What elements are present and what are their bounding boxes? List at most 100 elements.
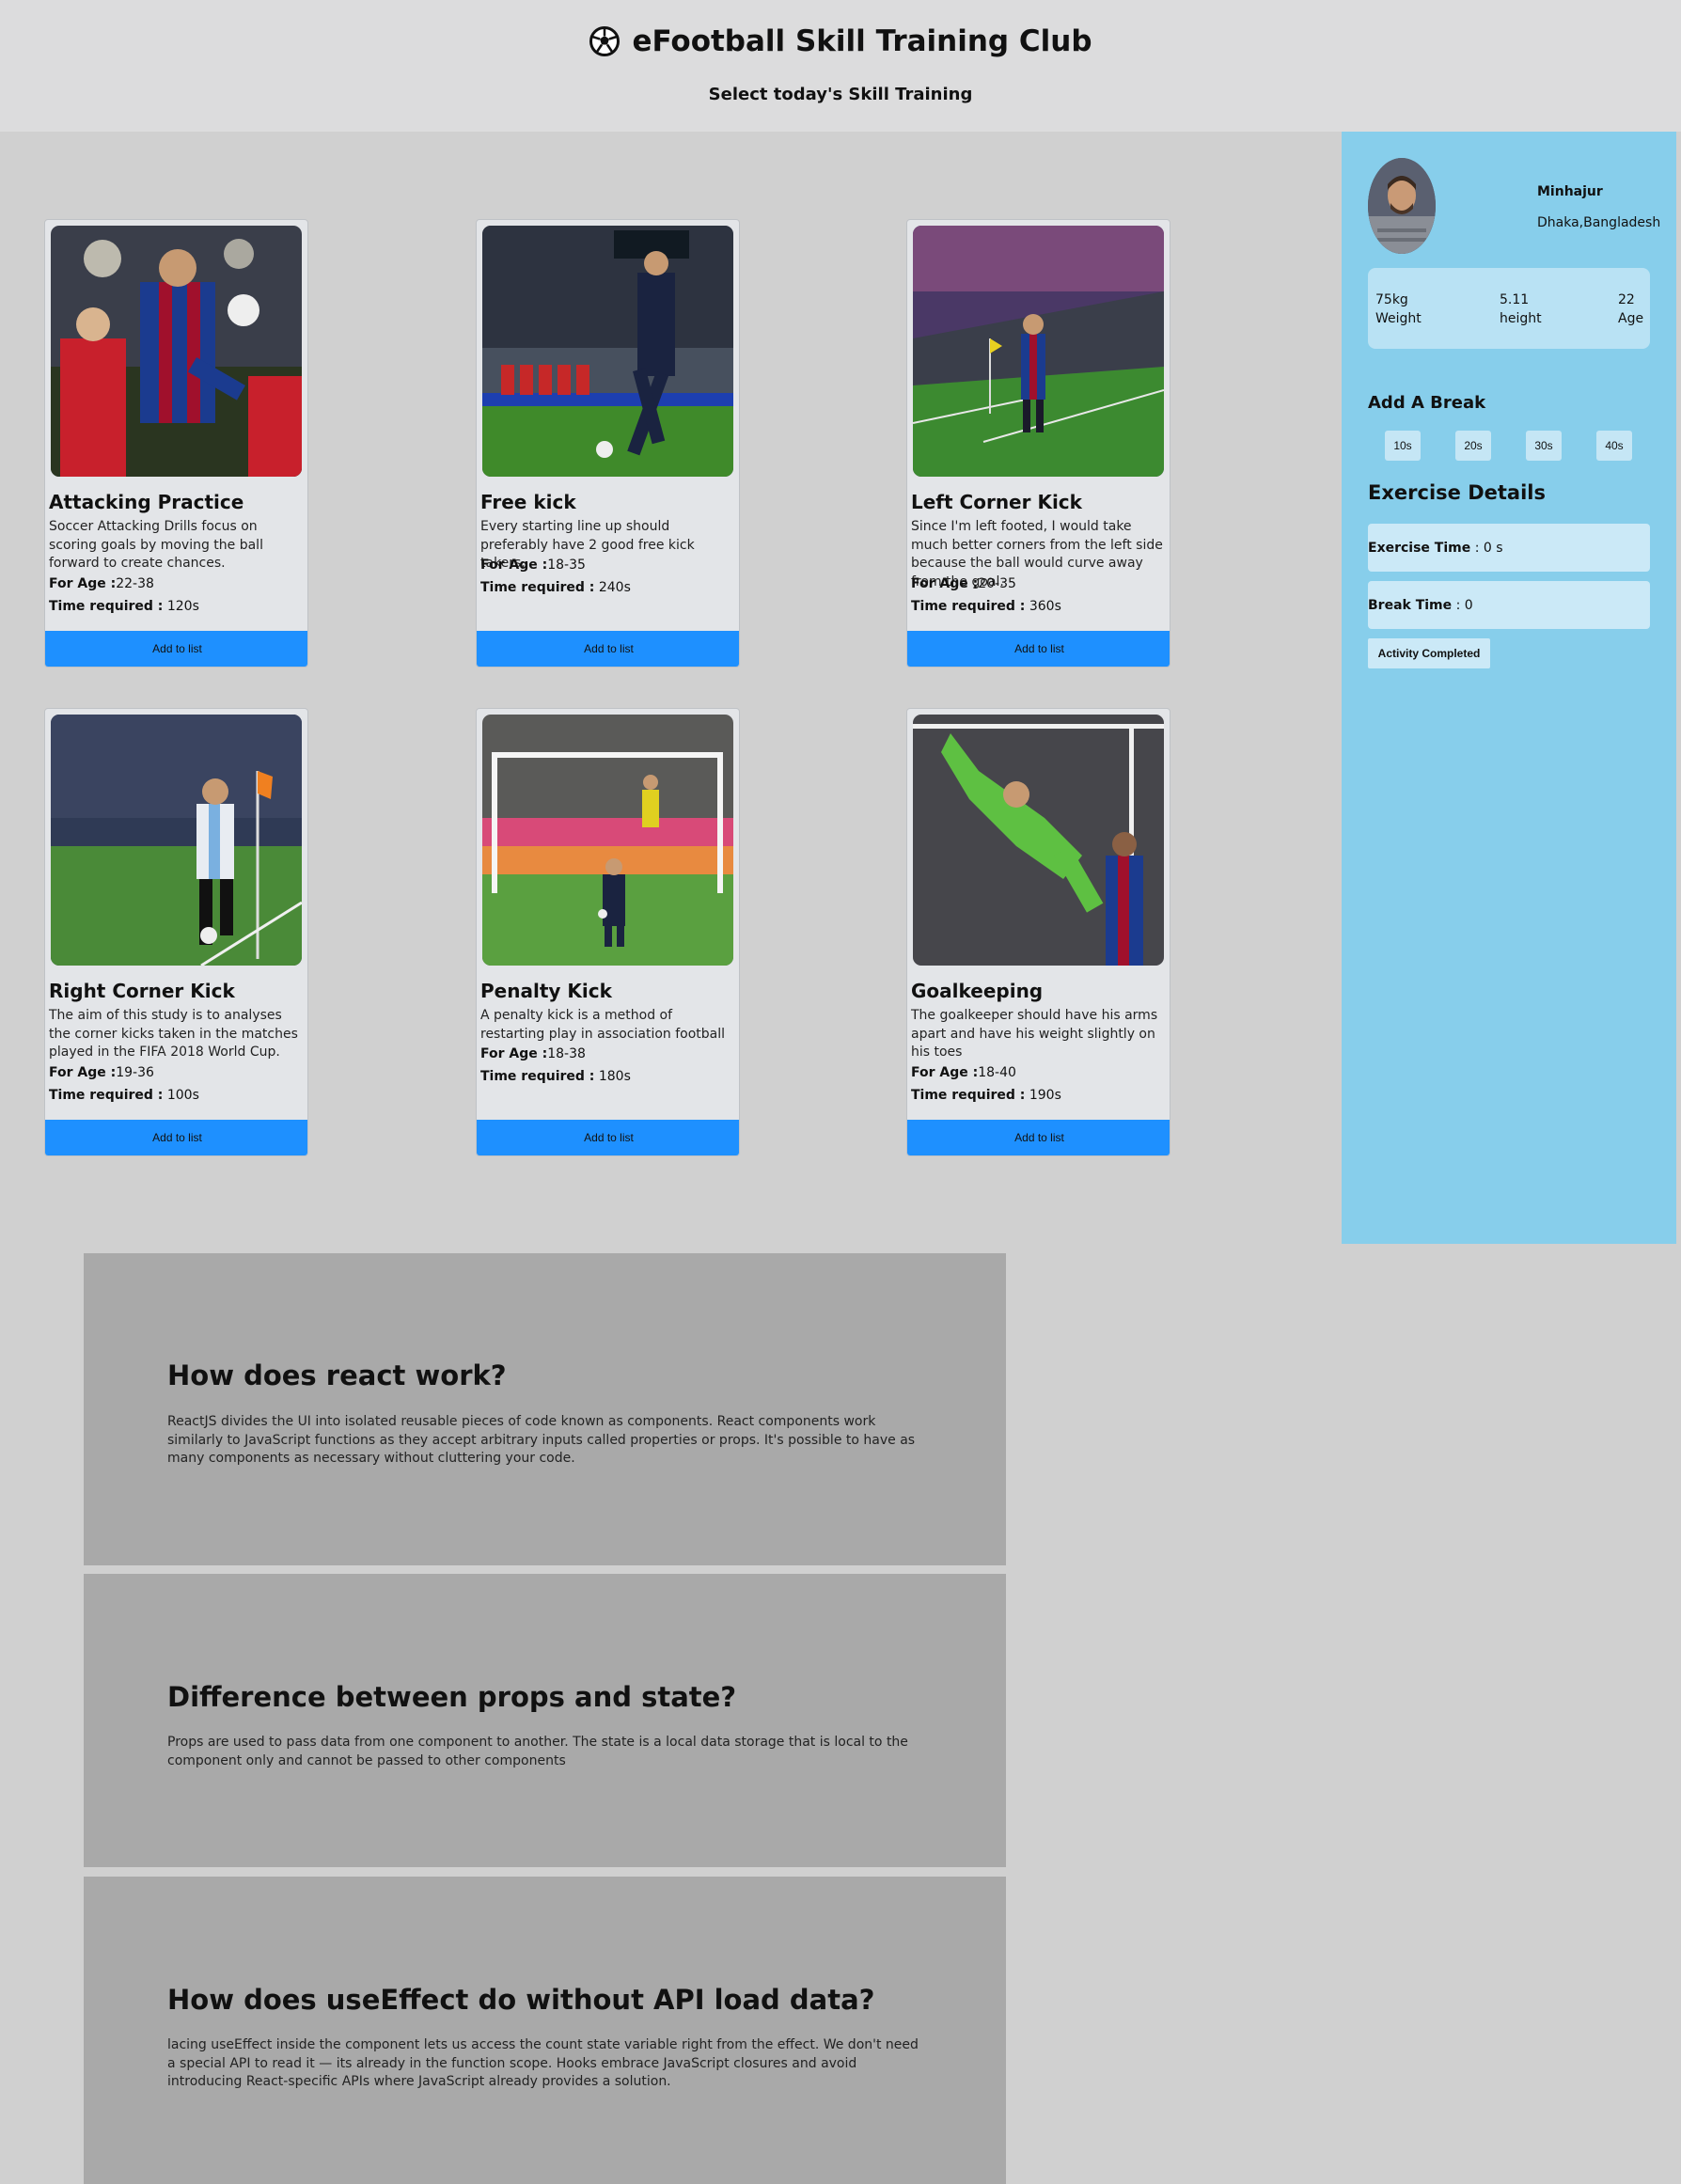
training-time: Time required : 360s [911,599,1061,614]
exercise-time-label: Exercise Time [1368,540,1471,556]
time-label: Time required : [49,599,164,614]
training-card: Goalkeeping The goalkeeper should have h… [906,708,1170,1156]
training-name: Free kick [480,491,576,513]
qa-question: Difference between props and state? [167,1681,737,1713]
training-description: Soccer Attacking Drills focus on scoring… [49,519,263,571]
attacking-photo [51,226,302,477]
time-label: Time required : [911,1088,1026,1103]
qa-section: Difference between props and state? Prop… [84,1574,1006,1867]
add-to-list-button[interactable]: Add to list [45,1120,307,1155]
training-photo [913,715,1164,966]
stat-age: 22 Age [1618,291,1644,328]
left-corner-photo [913,226,1164,477]
training-card: Free kick Every starting line up should … [476,219,740,668]
stat-value: 22 [1618,292,1635,307]
training-photo [51,715,302,966]
training-description: The goalkeeper should have his arms apar… [911,1008,1158,1060]
page-header: eFootball Skill Training Club Select tod… [0,0,1681,132]
training-photo [51,226,302,477]
age-label: For Age : [911,576,979,591]
training-card: Penalty Kick A penalty kick is a method … [476,708,740,1156]
age-value: 22-38 [116,576,154,591]
training-photo [913,226,1164,477]
qa-answer: Props are used to pass data from one com… [167,1735,908,1768]
sidebar: Minhajur Dhaka,Bangladesh 75kg Weight 5.… [1342,132,1676,1244]
avatar-image [1368,158,1436,254]
page-subtitle: Select today's Skill Training [708,85,973,104]
training-time: Time required : 100s [49,1088,199,1103]
training-age: For Age :18-35 [480,558,586,573]
age-label: For Age : [49,576,117,591]
break-time-value: : 0 [1455,597,1473,613]
site-title: eFootball Skill Training Club [0,24,1681,58]
age-label: For Age : [49,1065,117,1080]
age-value: 19-36 [116,1065,154,1080]
profile-name: Minhajur [1537,184,1603,199]
training-photo [482,226,733,477]
stat-value: 5.11 [1500,292,1530,307]
time-label: Time required : [480,1069,595,1084]
qa-answer: lacing useEffect inside the component le… [167,2037,919,2089]
time-label: Time required : [911,599,1026,614]
training-age: For Age :19-36 [49,1065,154,1080]
stat-label: Age [1618,311,1644,326]
training-age: For Age :20-35 [911,576,1016,591]
training-photo [482,715,733,966]
break-20s-button[interactable]: 20s [1455,431,1491,461]
qa-answer: ReactJS divides the UI into isolated reu… [167,1414,916,1466]
time-value: 190s [1029,1088,1061,1103]
right-corner-photo [51,715,302,966]
age-label: For Age : [911,1065,979,1080]
training-card: Right Corner Kick The aim of this study … [44,708,308,1156]
age-value: 18-40 [978,1065,1016,1080]
training-name: Attacking Practice [49,491,244,513]
training-name: Goalkeeping [911,980,1044,1002]
activity-completed-button[interactable]: Activity Completed [1368,638,1490,668]
training-age: For Age :22-38 [49,576,154,591]
training-time: Time required : 190s [911,1088,1061,1103]
training-time: Time required : 120s [49,599,199,614]
break-time-box: Break Time : 0 [1368,581,1650,629]
exercise-time-value: : 0 s [1474,540,1503,556]
training-card: Left Corner Kick Since I'm left footed, … [906,219,1170,668]
free-kick-photo [482,226,733,477]
avatar [1368,158,1436,254]
training-time: Time required : 240s [480,580,631,595]
age-value: 20-35 [978,576,1016,591]
add-to-list-button[interactable]: Add to list [907,631,1170,667]
qa-section: How does useEffect do without API load d… [84,1877,1006,2184]
break-40s-button[interactable]: 40s [1596,431,1632,461]
add-to-list-button[interactable]: Add to list [477,631,739,667]
add-to-list-button[interactable]: Add to list [477,1120,739,1155]
training-description: The aim of this study is to analyses the… [49,1008,298,1060]
add-to-list-button[interactable]: Add to list [907,1120,1170,1155]
stat-value: 75kg [1375,292,1408,307]
stat-weight: 75kg Weight [1375,291,1422,328]
profile-location: Dhaka,Bangladesh [1537,215,1661,230]
add-to-list-button[interactable]: Add to list [45,631,307,667]
break-30s-button[interactable]: 30s [1526,431,1562,461]
soccer-ball-icon [589,26,621,56]
qa-section: How does react work? ReactJS divides the… [84,1253,1006,1565]
qa-question: How does useEffect do without API load d… [167,1984,875,2016]
age-value: 18-38 [547,1046,586,1061]
time-value: 180s [598,1069,631,1084]
time-label: Time required : [49,1088,164,1103]
break-10s-button[interactable]: 10s [1385,431,1421,461]
training-age: For Age :18-40 [911,1065,1016,1080]
profile-stats: 75kg Weight 5.11 height 22 Age [1368,268,1650,349]
training-age: For Age :18-38 [480,1046,586,1061]
training-name: Penalty Kick [480,980,612,1002]
site-title-text: eFootball Skill Training Club [632,24,1092,58]
training-time: Time required : 180s [480,1069,631,1084]
time-value: 240s [598,580,631,595]
add-break-title: Add A Break [1368,393,1486,413]
time-value: 120s [166,599,199,614]
stat-height: 5.11 height [1500,291,1542,328]
time-value: 360s [1029,599,1061,614]
training-name: Left Corner Kick [911,491,1082,513]
exercise-details-title: Exercise Details [1368,481,1546,504]
training-name: Right Corner Kick [49,980,235,1002]
break-time-label: Break Time [1368,597,1453,613]
time-value: 100s [166,1088,199,1103]
